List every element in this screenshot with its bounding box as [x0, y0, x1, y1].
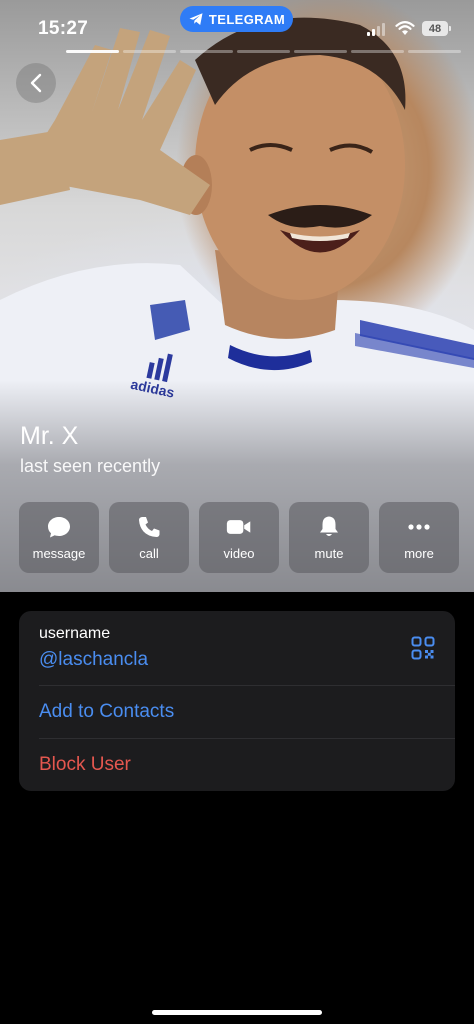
signal-icon	[367, 23, 385, 36]
status-time: 15:27	[38, 18, 89, 39]
battery-icon: 48	[422, 21, 451, 36]
message-button[interactable]: message	[19, 502, 99, 573]
message-label: message	[32, 546, 86, 561]
phone-icon	[139, 517, 160, 537]
add-to-contacts-link[interactable]: Add to Contacts	[39, 701, 174, 723]
story-segment	[180, 50, 233, 53]
mute-button[interactable]: mute	[289, 502, 369, 573]
telegram-pill[interactable]: TELEGRAM	[180, 6, 293, 32]
profile-name: Mr. X	[20, 422, 79, 450]
video-label: video	[223, 546, 255, 561]
chevron-left-icon	[30, 73, 42, 93]
info-card: username @laschancla Add to Contacts Blo…	[19, 611, 455, 791]
story-segment	[351, 50, 404, 53]
block-user-link[interactable]: Block User	[39, 754, 131, 776]
profile-last-seen: last seen recently	[20, 456, 161, 476]
story-segment	[237, 50, 290, 53]
story-segment	[123, 50, 176, 53]
mute-label: mute	[314, 546, 344, 561]
telegram-pill-label: TELEGRAM	[208, 11, 286, 27]
username-row[interactable]: username @laschancla	[39, 611, 455, 685]
message-icon	[48, 517, 70, 538]
story-segment	[408, 50, 461, 53]
qr-code-icon[interactable]	[411, 636, 435, 660]
wifi-icon	[395, 21, 415, 35]
telegram-send-icon	[189, 13, 203, 25]
bell-icon	[320, 516, 338, 536]
username-caption: username	[39, 625, 111, 642]
call-button[interactable]: call	[109, 502, 189, 573]
story-segment	[66, 50, 119, 53]
more-button[interactable]: more	[379, 502, 459, 573]
profile-hero: adidas 15:27 TELEGRAM	[0, 0, 474, 592]
username-value[interactable]: @laschancla	[39, 649, 148, 671]
back-button[interactable]	[16, 63, 56, 103]
story-progress	[66, 50, 461, 53]
video-button[interactable]: video	[199, 502, 279, 573]
block-user-row[interactable]: Block User	[39, 738, 455, 791]
video-icon	[226, 520, 251, 534]
home-indicator[interactable]	[152, 1010, 322, 1015]
action-buttons: message call video mute more	[19, 502, 459, 573]
call-label: call	[139, 546, 159, 561]
more-label: more	[404, 546, 434, 561]
more-icon	[408, 524, 430, 530]
add-to-contacts-row[interactable]: Add to Contacts	[39, 685, 455, 738]
story-segment	[294, 50, 347, 53]
